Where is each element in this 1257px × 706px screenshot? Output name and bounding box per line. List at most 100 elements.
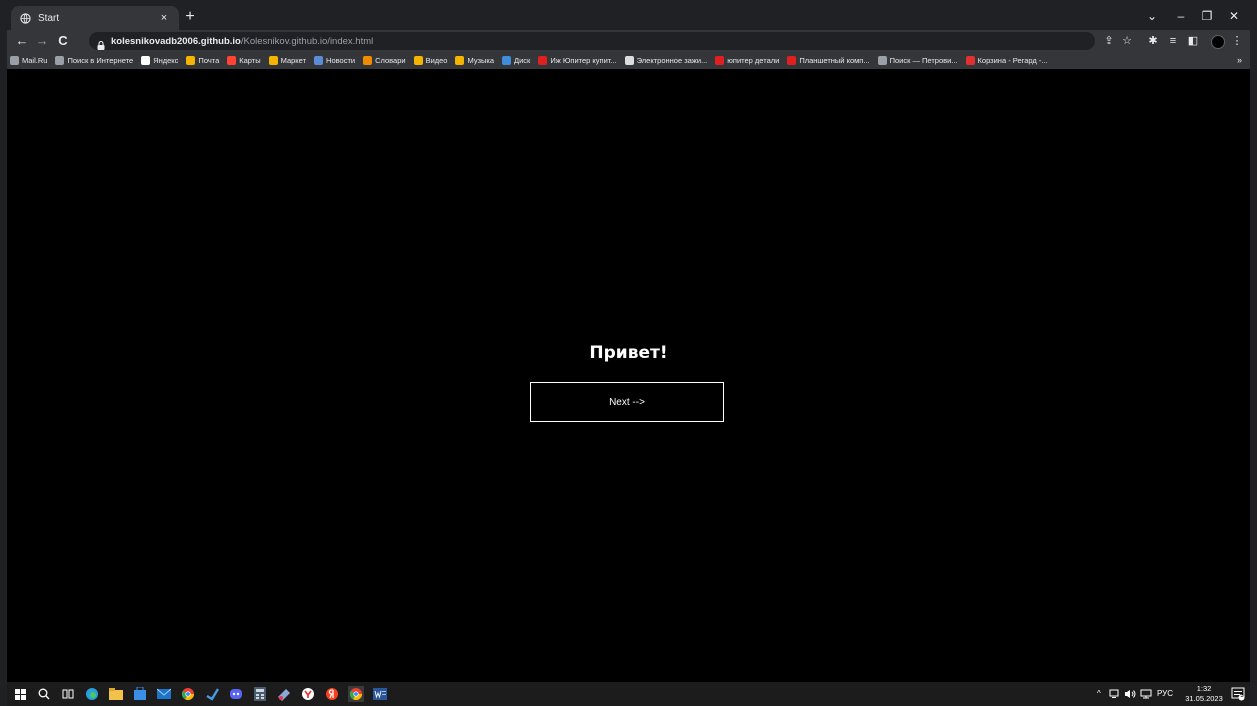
- bookmark-favicon-icon: [10, 56, 19, 65]
- bookmark-label: Новости: [326, 56, 356, 65]
- bookmark-item[interactable]: Диск: [502, 56, 530, 65]
- chrome-icon[interactable]: [180, 686, 196, 702]
- bookmark-favicon-icon: [141, 56, 151, 65]
- tab-close-icon[interactable]: ×: [157, 12, 171, 24]
- share-icon[interactable]: ⇪: [1101, 32, 1117, 50]
- bookmark-label: Иж Юпитер купит...: [550, 56, 617, 65]
- bookmark-item[interactable]: юпитер детали: [715, 56, 779, 65]
- bookmark-label: Диск: [514, 56, 531, 65]
- bookmark-label: Mail.Ru: [22, 56, 48, 65]
- bookmark-item[interactable]: Поиск в Интернете: [55, 56, 133, 65]
- address-bar[interactable]: kolesnikovadb2006.github.io /Kolesnikov.…: [89, 32, 1095, 50]
- bookmark-item[interactable]: Поиск — Петрови...: [877, 56, 958, 65]
- extensions-icon[interactable]: ✱: [1145, 32, 1161, 50]
- side-panel-icon[interactable]: ◧: [1185, 32, 1201, 50]
- reload-button[interactable]: C: [54, 32, 72, 50]
- tab-strip: Start × + ⌄ – ❐ ✕: [7, 0, 1250, 30]
- bookmark-label: Яндекс: [153, 56, 179, 65]
- close-window-button[interactable]: ✕: [1222, 6, 1246, 26]
- bookmark-item[interactable]: Корзина - Регард -...: [965, 56, 1048, 65]
- tab-title: Start: [38, 12, 60, 24]
- bookmark-item[interactable]: Видео: [413, 56, 448, 65]
- edge-browser-icon[interactable]: [84, 686, 100, 702]
- bookmark-item[interactable]: Электронное зажи...: [624, 56, 708, 65]
- windows-start-icon[interactable]: [12, 686, 28, 702]
- volume-icon[interactable]: [1123, 687, 1137, 701]
- bookmark-item[interactable]: Маркет: [268, 56, 307, 65]
- tab-start[interactable]: Start ×: [11, 6, 179, 30]
- windows-taskbar: ^ РУС 1:32 31.05.2023 3: [7, 682, 1250, 706]
- new-tab-button[interactable]: +: [181, 8, 199, 26]
- bookmark-label: Поиск в Интернете: [67, 56, 134, 65]
- search-icon[interactable]: [36, 686, 52, 702]
- bookmark-favicon-icon: [55, 56, 65, 65]
- notification-count: 3: [1240, 693, 1244, 699]
- tray-chevron-icon[interactable]: ^: [1097, 689, 1101, 698]
- notifications-icon[interactable]: 3: [1230, 686, 1246, 702]
- bookmark-item[interactable]: Планшетный комп...: [787, 56, 870, 65]
- bookmark-favicon-icon: [877, 56, 887, 65]
- browser-toolbar: ← → C kolesnikovadb2006.github.io /Koles…: [7, 30, 1250, 52]
- bookmark-favicon-icon: [502, 56, 512, 65]
- lock-icon[interactable]: [97, 37, 105, 50]
- bookmark-favicon-icon: [363, 56, 373, 65]
- discord-icon[interactable]: [228, 686, 244, 702]
- paint-icon[interactable]: [276, 686, 292, 702]
- reading-list-icon[interactable]: ≡: [1165, 32, 1181, 50]
- task-view-icon[interactable]: [60, 686, 76, 702]
- bookmarks-overflow-icon[interactable]: »: [1237, 52, 1242, 69]
- store-icon[interactable]: [132, 686, 148, 702]
- display-icon[interactable]: [1139, 687, 1153, 701]
- bookmark-label: юпитер детали: [727, 56, 780, 65]
- bookmark-label: Почта: [198, 56, 220, 65]
- yandex-icon[interactable]: [324, 686, 340, 702]
- clock-date: 31.05.2023: [1185, 694, 1223, 703]
- menu-kebab-icon[interactable]: ⋮: [1229, 32, 1245, 50]
- next-button[interactable]: Next -->: [530, 382, 724, 422]
- minimize-button[interactable]: –: [1169, 6, 1193, 26]
- back-button[interactable]: ←: [13, 32, 31, 50]
- bookmark-item[interactable]: Музыка: [455, 56, 494, 65]
- globe-icon: [19, 12, 31, 24]
- bookmark-favicon-icon: [227, 56, 237, 65]
- profile-avatar[interactable]: [1211, 35, 1225, 49]
- network-icon[interactable]: [1108, 687, 1120, 701]
- bookmark-item[interactable]: Карты: [227, 56, 261, 65]
- yandex-browser-icon[interactable]: [300, 686, 316, 702]
- file-explorer-icon[interactable]: [108, 686, 124, 702]
- restore-button[interactable]: ❐: [1195, 6, 1219, 26]
- bookmark-label: Видео: [425, 56, 448, 65]
- bookmark-star-icon[interactable]: ☆: [1119, 32, 1135, 50]
- bookmark-label: Электронное зажи...: [636, 56, 708, 65]
- bookmark-label: Словари: [375, 56, 406, 65]
- bookmark-favicon-icon: [413, 56, 423, 65]
- bookmark-label: Корзина - Регард -...: [977, 56, 1048, 65]
- chrome-active-icon[interactable]: [348, 686, 364, 702]
- bookmark-item[interactable]: Mail.Ru: [10, 56, 47, 65]
- language-indicator[interactable]: РУС: [1157, 689, 1173, 698]
- mail-icon[interactable]: [156, 686, 172, 702]
- bookmark-item[interactable]: Яндекс: [141, 56, 178, 65]
- steam-icon[interactable]: [204, 686, 220, 702]
- bookmark-item[interactable]: Иж Юпитер купит...: [538, 56, 617, 65]
- url-path: /Kolesnikov.github.io/index.html: [240, 35, 374, 47]
- calculator-icon[interactable]: [252, 686, 268, 702]
- bookmark-favicon-icon: [787, 56, 797, 65]
- bookmark-label: Планшетный комп...: [799, 56, 870, 65]
- bookmark-item[interactable]: Новости: [314, 56, 355, 65]
- forward-button[interactable]: →: [33, 32, 51, 50]
- bookmark-label: Маркет: [280, 56, 307, 65]
- bookmark-label: Поиск — Петрови...: [889, 56, 958, 65]
- clock[interactable]: 1:32 31.05.2023: [1183, 684, 1225, 704]
- browser-window: Start × + ⌄ – ❐ ✕ ← → C kolesnikovadb200…: [7, 0, 1250, 706]
- bookmark-item[interactable]: Почта: [186, 56, 219, 65]
- bookmark-favicon-icon: [455, 56, 465, 65]
- bookmark-favicon-icon: [538, 56, 548, 65]
- bookmark-label: Музыка: [467, 56, 495, 65]
- clock-time: 1:32: [1196, 684, 1212, 693]
- bookmarks-bar: Mail.Ru Поиск в Интернете Яндекс Почта Карты…: [7, 52, 1250, 69]
- greeting-heading: Привет!: [589, 343, 668, 363]
- tab-search-dropdown-icon[interactable]: ⌄: [1140, 6, 1164, 26]
- bookmark-item[interactable]: Словари: [363, 56, 406, 65]
- word-icon[interactable]: [372, 686, 388, 702]
